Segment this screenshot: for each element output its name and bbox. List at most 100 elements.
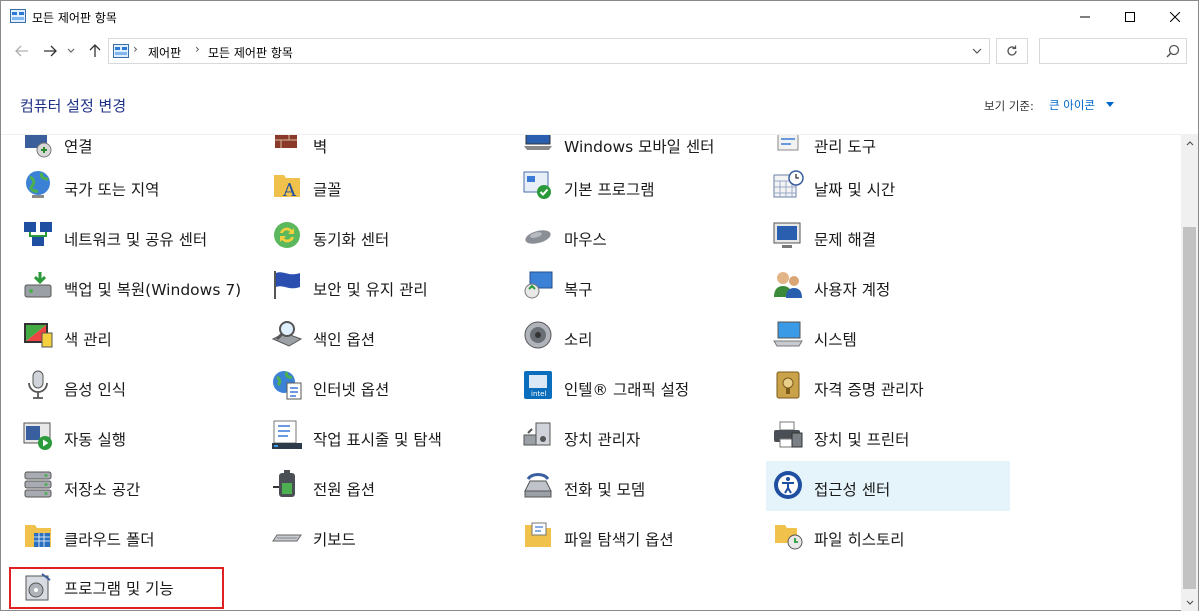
item-power-options[interactable]: 전원 옵션 — [269, 465, 513, 511]
item-label: 저장소 공간 — [64, 481, 141, 499]
maximize-button[interactable] — [1107, 1, 1153, 32]
item-internet-options[interactable]: 인터넷 옵션 — [269, 365, 513, 411]
credential-vault-icon — [776, 371, 800, 399]
breadcrumb-control-panel[interactable]: 제어판 — [148, 44, 181, 61]
content-header: 컴퓨터 설정 변경 보기 기준: 큰 아이콘 — [1, 72, 1198, 135]
recent-locations-button[interactable] — [64, 41, 78, 61]
item-admin-tools[interactable]: 관리 도구 — [770, 135, 1014, 168]
item-troubleshooting[interactable]: 문제 해결 — [770, 215, 1014, 261]
taskbar-icon — [272, 420, 302, 449]
address-bar[interactable]: › 제어판 › 모든 제어판 항목 — [108, 38, 990, 64]
power-battery-icon — [273, 470, 295, 497]
back-arrow-icon — [15, 45, 28, 57]
item-region[interactable]: 국가 또는 지역 — [20, 165, 264, 211]
item-label: 날짜 및 시간 — [814, 181, 896, 199]
item-mobility-center[interactable]: Windows 모바일 센터 — [520, 135, 764, 168]
security-flag-icon — [274, 271, 300, 299]
device-manager-icon — [523, 422, 551, 446]
item-default-programs[interactable]: 기본 프로그램 — [520, 165, 764, 211]
ease-of-access-icon — [774, 471, 802, 499]
search-input[interactable] — [1039, 38, 1187, 64]
item-programs-features[interactable]: 프로그램 및 기능 — [9, 567, 224, 609]
svg-text:intel: intel — [531, 390, 546, 398]
printer-icon — [774, 421, 803, 448]
caret-down-icon[interactable] — [1106, 102, 1114, 107]
item-security-maintenance[interactable]: 보안 및 유지 관리 — [269, 265, 513, 311]
item-label: 글꼴 — [313, 181, 342, 199]
date-time-icon — [773, 170, 804, 198]
view-by-dropdown[interactable]: 큰 아이콘 — [1049, 97, 1095, 113]
item-phone-modem[interactable]: 전화 및 모뎀 — [520, 465, 764, 511]
window-title: 모든 제어판 항목 — [32, 11, 117, 25]
item-sync-center[interactable]: 동기화 센터 — [269, 215, 513, 261]
fonts-icon: A — [274, 175, 300, 201]
item-taskbar-navigation[interactable]: 작업 표시줄 및 탐색 — [269, 415, 513, 461]
item-system[interactable]: 시스템 — [770, 315, 1014, 361]
storage-spaces-icon — [24, 471, 52, 498]
default-programs-icon — [523, 171, 551, 199]
item-label: 전원 옵션 — [313, 481, 375, 499]
recovery-icon — [524, 271, 553, 299]
item-remoteapp[interactable]: 연결 — [20, 135, 264, 168]
item-backup[interactable]: 백업 및 복원(Windows 7) — [20, 265, 264, 311]
item-folder-options[interactable]: 파일 탐색기 옵션 — [520, 515, 764, 561]
forward-button[interactable] — [40, 41, 60, 61]
item-date-time[interactable]: 날짜 및 시간 — [770, 165, 1014, 211]
vertical-scrollbar[interactable] — [1181, 135, 1198, 611]
backup-icon — [24, 272, 52, 298]
breadcrumb-all-items[interactable]: 모든 제어판 항목 — [208, 44, 293, 61]
breadcrumb-separator-icon[interactable]: › — [195, 42, 200, 56]
sync-center-icon — [274, 222, 300, 248]
item-keyboard[interactable]: 키보드 — [269, 515, 513, 561]
item-user-accounts[interactable]: 사용자 계정 — [770, 265, 1014, 311]
address-history-button[interactable] — [964, 38, 990, 64]
item-file-history[interactable]: 파일 히스토리 — [770, 515, 1014, 561]
scroll-up-button[interactable] — [1181, 135, 1198, 152]
item-credential-manager[interactable]: 자격 증명 관리자 — [770, 365, 1014, 411]
item-label: 접근성 센터 — [814, 481, 891, 499]
item-indexing-options[interactable]: 색인 옵션 — [269, 315, 513, 361]
view-by-label: 보기 기준: — [984, 99, 1034, 113]
minimize-button[interactable] — [1062, 1, 1108, 32]
item-storage-spaces[interactable]: 저장소 공간 — [20, 465, 264, 511]
item-label: 파일 탐색기 옵션 — [564, 531, 674, 549]
item-intel-graphics[interactable]: intel 인텔® 그래픽 설정 — [520, 365, 764, 411]
item-label: 인텔® 그래픽 설정 — [564, 381, 690, 399]
item-color-management[interactable]: 색 관리 — [20, 315, 264, 361]
item-fonts[interactable]: A 글꼴 — [269, 165, 513, 211]
item-mouse[interactable]: 마우스 — [520, 215, 764, 261]
work-folders-icon — [25, 525, 51, 547]
up-button[interactable] — [85, 41, 105, 61]
search-icon — [1166, 44, 1180, 58]
up-arrow-icon — [89, 44, 101, 57]
item-work-folders[interactable]: 클라우드 폴더 — [20, 515, 264, 561]
minimize-icon — [1080, 16, 1090, 17]
item-autoplay[interactable]: 자동 실행 — [20, 415, 264, 461]
item-label: 마우스 — [564, 231, 607, 249]
item-speech-recognition[interactable]: 음성 인식 — [20, 365, 264, 411]
autoplay-icon — [23, 422, 52, 450]
item-devices-printers[interactable]: 장치 및 프린터 — [770, 415, 1014, 461]
close-button[interactable] — [1152, 1, 1198, 32]
back-button[interactable] — [12, 41, 32, 61]
items-grid: 연결 벽 Windows 모바일 센터 관리 도구 국가 또는 지역 A 글꼴 … — [1, 135, 1181, 611]
item-network[interactable]: 네트워크 및 공유 센터 — [20, 215, 264, 261]
item-firewall[interactable]: 벽 — [269, 135, 513, 168]
refresh-button[interactable] — [996, 38, 1028, 64]
breadcrumb-separator-icon[interactable]: › — [133, 42, 138, 56]
item-label: 소리 — [564, 331, 593, 349]
scrollbar-thumb[interactable] — [1183, 227, 1196, 589]
item-recovery[interactable]: 복구 — [520, 265, 764, 311]
file-history-icon — [775, 525, 803, 550]
item-device-manager[interactable]: 장치 관리자 — [520, 415, 764, 461]
item-label: 음성 인식 — [64, 381, 126, 399]
item-ease-of-access[interactable]: 접근성 센터 — [766, 461, 1010, 511]
scroll-down-button[interactable] — [1181, 594, 1198, 611]
item-label: 프로그램 및 기능 — [64, 580, 174, 598]
item-label: 백업 및 복원(Windows 7) — [64, 281, 242, 299]
item-sound[interactable]: 소리 — [520, 315, 764, 361]
item-label: 관리 도구 — [814, 138, 876, 156]
maximize-icon — [1125, 11, 1135, 22]
sound-icon — [524, 321, 552, 349]
item-label: 사용자 계정 — [814, 281, 891, 299]
